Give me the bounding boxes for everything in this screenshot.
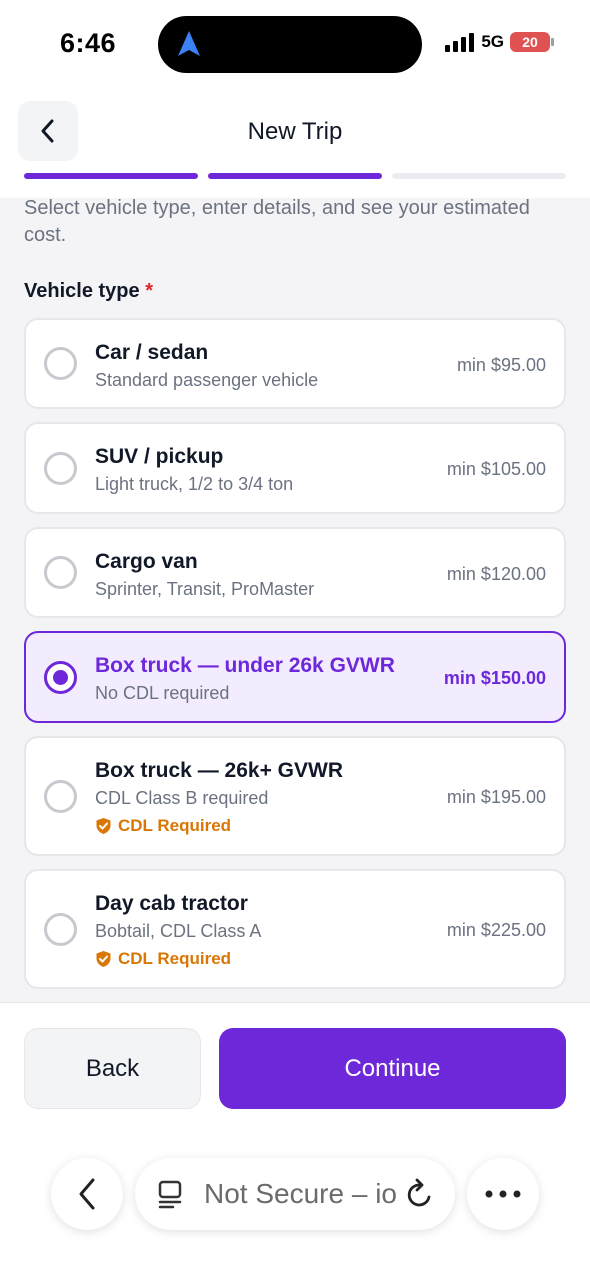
option-price: min $120.00: [446, 564, 546, 584]
badge-label: CDL Required: [118, 949, 232, 968]
option-price: min $95.00: [456, 355, 546, 375]
cdl-required-badge: CDL Required: [95, 949, 231, 969]
reload-icon[interactable]: [405, 1178, 435, 1210]
shield-check-icon: [96, 818, 111, 834]
option-price: min $195.00: [446, 787, 546, 807]
vehicle-option-box-truck-26k-plus[interactable]: Box truck — 26k+ GVWR CDL Class B requir…: [24, 736, 566, 856]
cdl-required-badge: CDL Required: [95, 816, 231, 836]
option-title: Box truck — 26k+ GVWR: [95, 759, 343, 782]
progress-step-3: [392, 173, 566, 179]
required-asterisk: *: [145, 280, 153, 302]
network-type: 5G: [481, 32, 504, 51]
battery-level: 20: [522, 34, 538, 50]
option-subtitle: Bobtail, CDL Class A: [95, 921, 262, 941]
reader-mode-icon[interactable]: [157, 1179, 185, 1209]
radio-button[interactable]: [44, 452, 77, 485]
status-bar: 6:46 5G 20: [0, 0, 590, 88]
option-subtitle: No CDL required: [95, 683, 230, 703]
option-subtitle: Sprinter, Transit, ProMaster: [95, 579, 315, 599]
radio-selected-dot: [53, 670, 68, 685]
chevron-left-icon: [79, 1178, 95, 1210]
vehicle-type-label: Vehicle type *: [24, 280, 153, 303]
step-progress: [24, 173, 566, 179]
vehicle-option-box-truck-under-26k[interactable]: Box truck — under 26k GVWR No CDL requir…: [24, 631, 566, 723]
continue-button[interactable]: Continue: [219, 1028, 566, 1109]
battery-icon: 20: [510, 32, 554, 52]
vehicle-option-day-cab-tractor[interactable]: Day cab tractor Bobtail, CDL Class A CDL…: [24, 869, 566, 989]
back-button[interactable]: Back: [24, 1028, 201, 1109]
radio-button[interactable]: [44, 780, 77, 813]
radio-button[interactable]: [44, 556, 77, 589]
location-arrow-icon: [178, 31, 200, 56]
dynamic-island: [158, 16, 422, 73]
option-price: min $225.00: [446, 920, 546, 940]
radio-button[interactable]: [44, 347, 77, 380]
browser-url-bar[interactable]: Not Secure – io: [135, 1158, 455, 1230]
badge-label: CDL Required: [118, 816, 232, 835]
more-dots-icon: [485, 1190, 521, 1198]
vehicle-type-label-text: Vehicle type: [24, 280, 140, 302]
option-subtitle: CDL Class B required: [95, 788, 269, 808]
option-title: Cargo van: [95, 550, 198, 573]
browser-more-button[interactable]: [467, 1158, 539, 1230]
cellular-signal-icon: [445, 33, 475, 52]
status-time: 6:46: [60, 28, 117, 58]
footer-actions: Back Continue Not Secure – io: [0, 1002, 590, 1280]
shield-check-icon: [96, 951, 111, 967]
option-price: min $150.00: [443, 668, 546, 688]
vehicle-option-suv-pickup[interactable]: SUV / pickup Light truck, 1/2 to 3/4 ton…: [24, 422, 566, 514]
main-content: Select vehicle type, enter details, and …: [0, 198, 590, 1002]
option-price: min $105.00: [446, 459, 546, 479]
vehicle-option-car-sedan[interactable]: Car / sedan Standard passenger vehicle m…: [24, 318, 566, 409]
option-title: Car / sedan: [95, 341, 209, 364]
page-header: New Trip: [0, 88, 590, 198]
vehicle-option-cargo-van[interactable]: Cargo van Sprinter, Transit, ProMaster m…: [24, 527, 566, 618]
option-title: Day cab tractor: [95, 892, 248, 915]
option-title: SUV / pickup: [95, 445, 224, 468]
browser-back-button[interactable]: [51, 1158, 123, 1230]
option-subtitle: Light truck, 1/2 to 3/4 ton: [95, 474, 294, 494]
radio-button-selected[interactable]: [44, 661, 77, 694]
status-indicators: 5G 20: [445, 32, 554, 52]
url-text: Not Secure – io: [204, 1178, 397, 1209]
option-title: Box truck — under 26k GVWR: [95, 654, 395, 677]
radio-button[interactable]: [44, 913, 77, 946]
page-title: New Trip: [247, 118, 343, 145]
intro-text: Select vehicle type, enter details, and …: [24, 198, 530, 246]
option-subtitle: Standard passenger vehicle: [95, 370, 319, 390]
progress-step-2: [208, 173, 382, 179]
progress-step-1: [24, 173, 198, 179]
